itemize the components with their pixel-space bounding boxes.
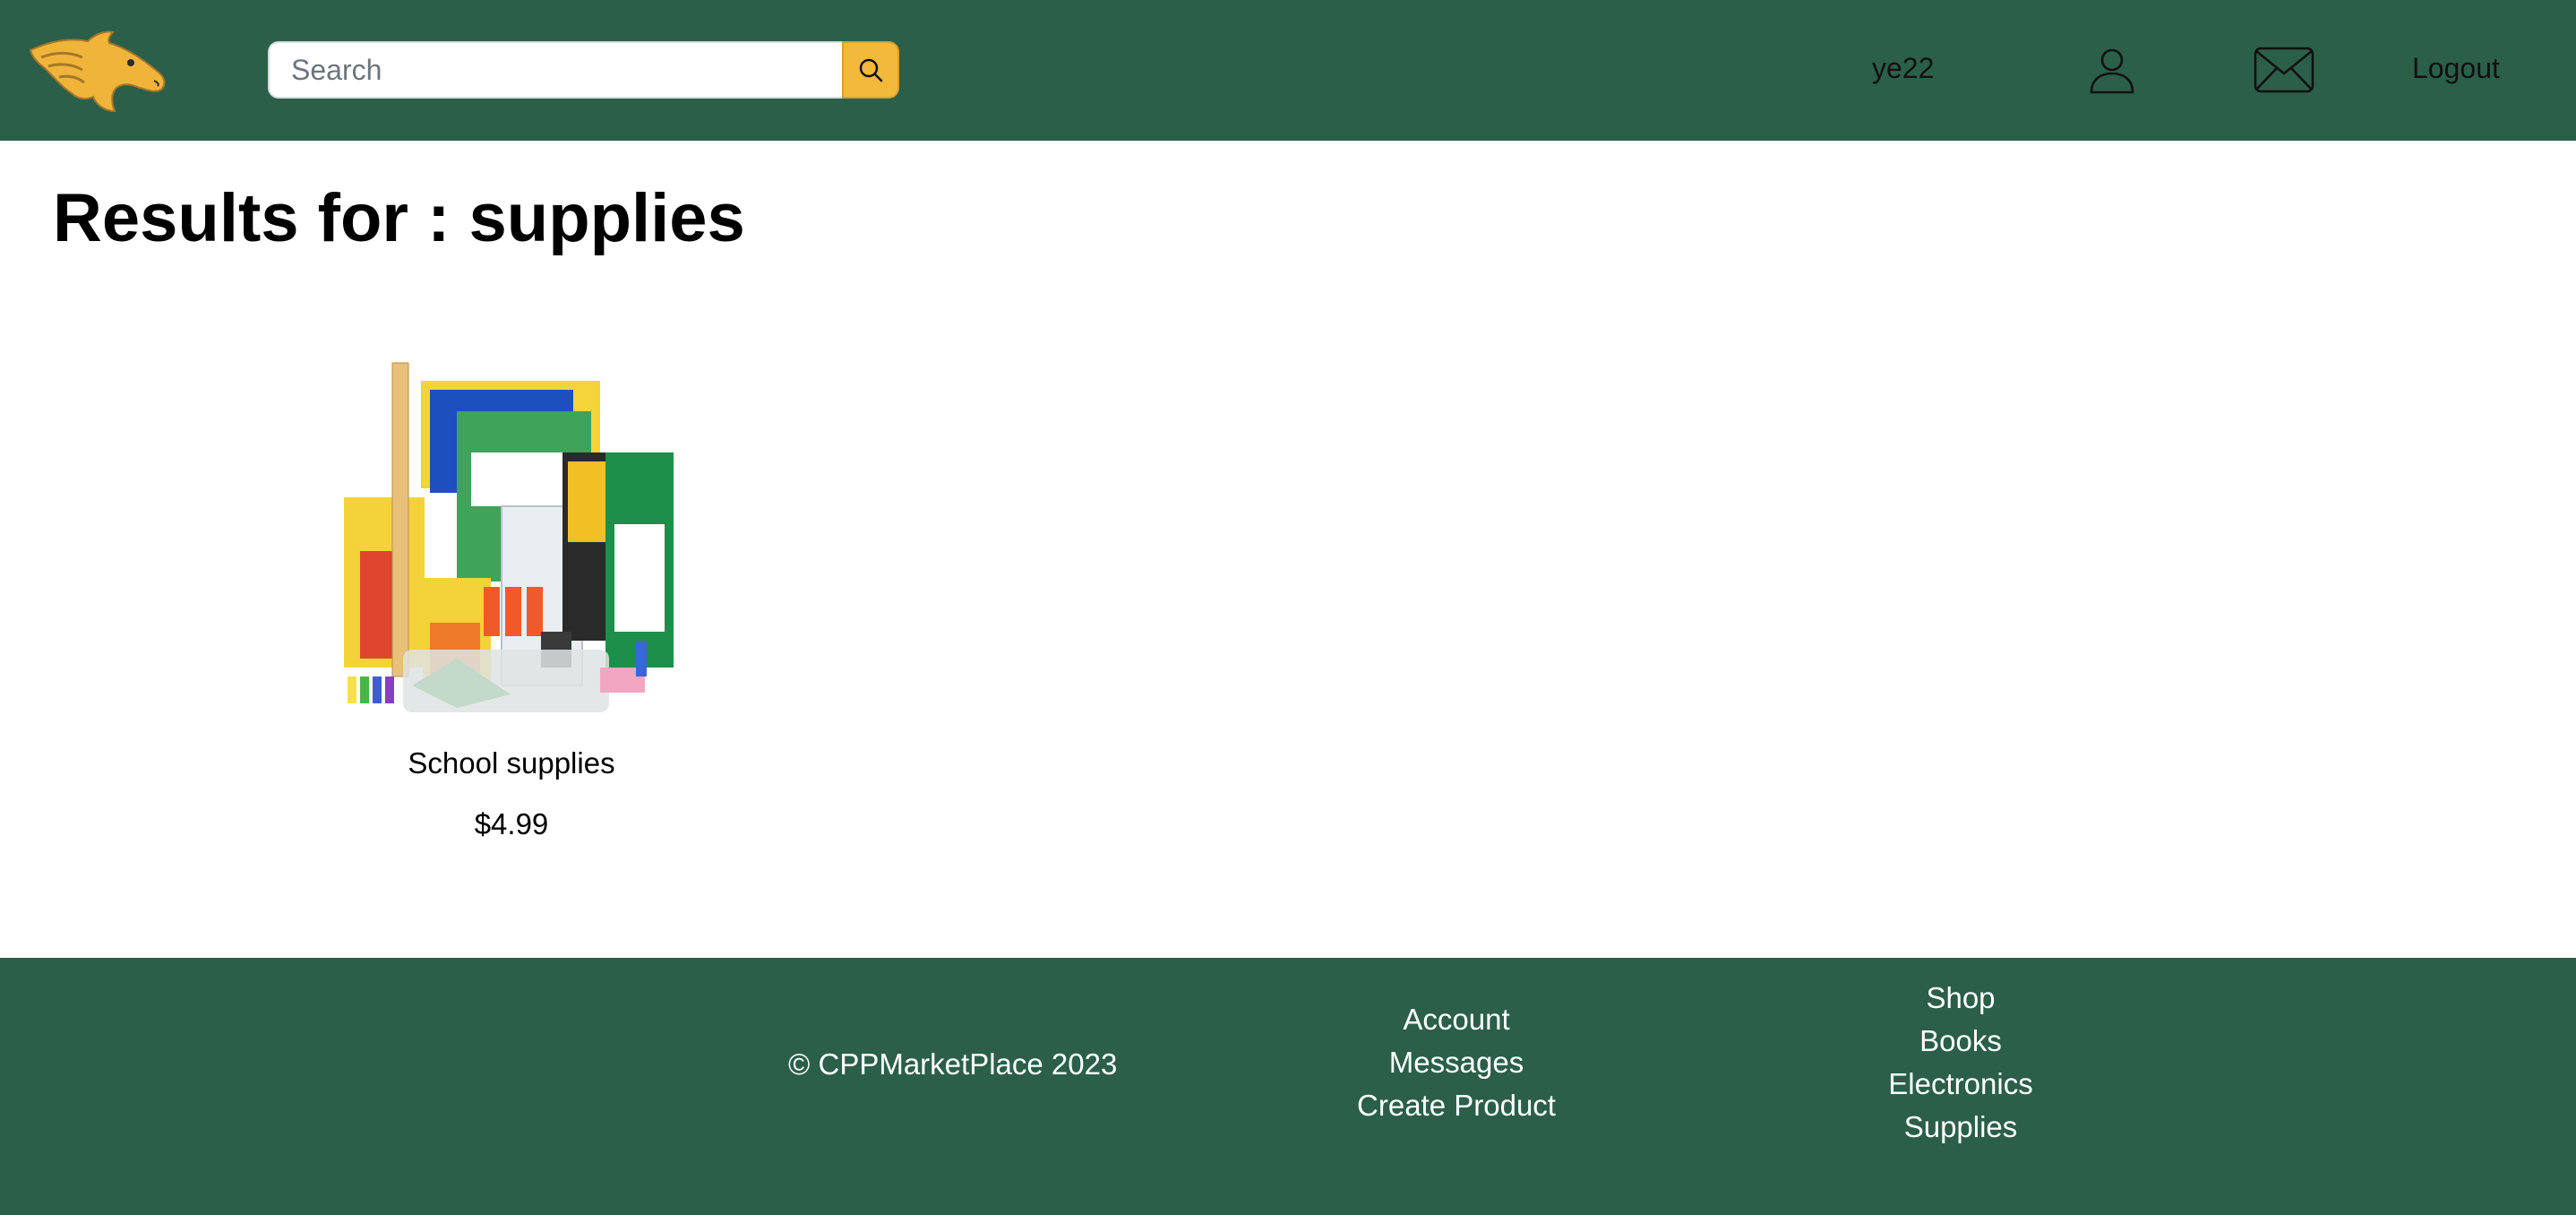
- footer-link-create-product[interactable]: Create Product: [1357, 1084, 1556, 1127]
- footer: © CPPMarketPlace 2023 Account Messages C…: [0, 958, 2576, 1215]
- copyright-text: © CPPMarketPlace 2023: [788, 1047, 1118, 1081]
- search-bar: [268, 41, 899, 99]
- mustang-logo-icon[interactable]: [23, 25, 170, 115]
- footer-link-shop[interactable]: Shop: [1926, 977, 1995, 1020]
- logout-link[interactable]: Logout: [2412, 52, 2500, 85]
- footer-shop-links: Shop Books Electronics Supplies: [1871, 977, 2050, 1149]
- search-icon: [859, 58, 883, 82]
- footer-link-electronics[interactable]: Electronics: [1888, 1063, 2032, 1106]
- username-label[interactable]: ye22: [1872, 52, 1934, 85]
- search-button[interactable]: [842, 41, 899, 99]
- product-name[interactable]: School supplies: [340, 746, 683, 780]
- footer-account-links: Account Messages Create Product: [1277, 998, 1636, 1127]
- footer-link-supplies[interactable]: Supplies: [1904, 1106, 2018, 1149]
- search-input[interactable]: [268, 41, 842, 99]
- footer-link-messages[interactable]: Messages: [1389, 1041, 1524, 1084]
- top-navbar: ye22 Logout: [0, 0, 2576, 141]
- page-title: Results for : supplies: [53, 180, 745, 256]
- school-supplies-image[interactable]: [340, 354, 683, 712]
- footer-link-books[interactable]: Books: [1919, 1020, 2002, 1063]
- envelope-icon[interactable]: [2254, 47, 2314, 93]
- product-price: $4.99: [474, 807, 549, 840]
- product-card[interactable]: School supplies $4.99: [340, 354, 683, 841]
- footer-link-account[interactable]: Account: [1403, 998, 1509, 1041]
- user-icon[interactable]: [2087, 45, 2137, 95]
